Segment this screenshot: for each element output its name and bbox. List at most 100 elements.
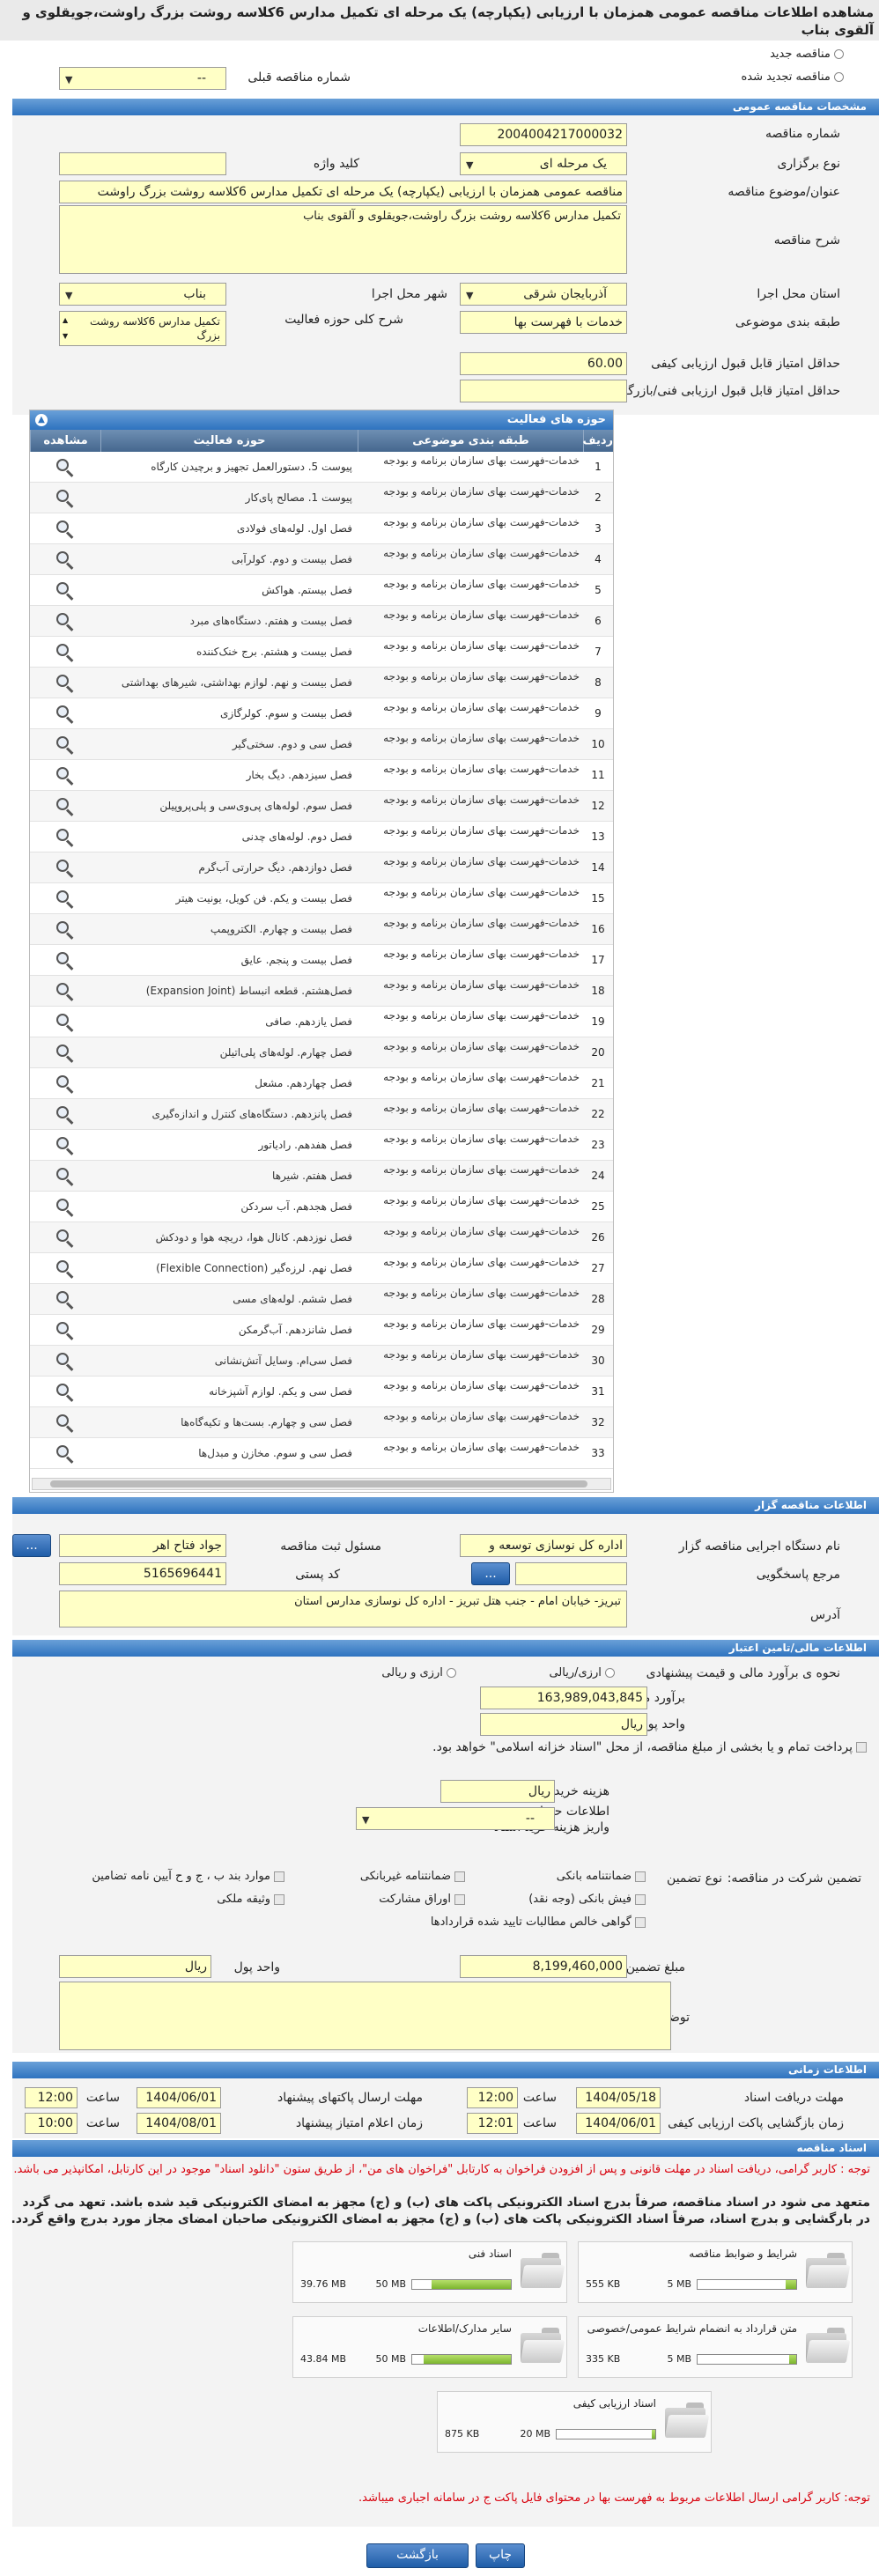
row-view[interactable] bbox=[30, 668, 100, 698]
guarantee-nonbank-checkbox[interactable] bbox=[454, 1871, 465, 1882]
magnifier-icon[interactable] bbox=[55, 1290, 75, 1310]
row-view[interactable] bbox=[30, 1346, 100, 1377]
magnifier-icon[interactable] bbox=[55, 1259, 75, 1279]
magnifier-icon[interactable] bbox=[55, 1229, 75, 1248]
collapse-icon[interactable]: ▲ bbox=[35, 414, 48, 426]
col-category[interactable]: طبقه بندی موضوعی bbox=[358, 430, 583, 452]
province-select[interactable]: آذربایجان شرقی ▼ bbox=[460, 283, 627, 306]
guarantee-cash[interactable]: فیش بانکی (وجه نقد) bbox=[528, 1893, 646, 1906]
magnifier-icon[interactable] bbox=[55, 889, 75, 909]
scrollbar-thumb[interactable] bbox=[50, 1480, 587, 1487]
treasury-checkbox[interactable] bbox=[856, 1742, 867, 1753]
document-item[interactable]: شرایط و ضوابط مناقصه 5 MB 555 KB bbox=[578, 2241, 853, 2303]
col-activity[interactable]: حوزه فعالیت bbox=[100, 430, 358, 452]
magnifier-icon[interactable] bbox=[55, 1413, 75, 1433]
magnifier-icon[interactable] bbox=[55, 1074, 75, 1094]
city-select[interactable]: بناب ▼ bbox=[59, 283, 226, 306]
new-tender-option[interactable]: مناقصه جدید bbox=[770, 48, 844, 61]
guarantee-nonbank[interactable]: ضمانتنامه غیربانکی bbox=[360, 1870, 465, 1883]
magnifier-icon[interactable] bbox=[55, 1444, 75, 1464]
magnifier-icon[interactable] bbox=[55, 674, 75, 693]
horizontal-scrollbar[interactable] bbox=[32, 1478, 611, 1490]
magnifier-icon[interactable] bbox=[55, 828, 75, 847]
renewed-tender-option[interactable]: مناقصه تجدید شده bbox=[741, 70, 844, 84]
row-view[interactable] bbox=[30, 791, 100, 822]
row-view[interactable] bbox=[30, 1068, 100, 1099]
magnifier-icon[interactable] bbox=[55, 797, 75, 816]
row-view[interactable] bbox=[30, 1007, 100, 1037]
magnifier-icon[interactable] bbox=[55, 1167, 75, 1186]
keyword-field[interactable] bbox=[59, 152, 226, 175]
magnifier-icon[interactable] bbox=[55, 859, 75, 878]
row-view[interactable] bbox=[30, 544, 100, 575]
magnifier-icon[interactable] bbox=[55, 612, 75, 631]
row-view[interactable] bbox=[30, 1407, 100, 1438]
row-view[interactable] bbox=[30, 1130, 100, 1161]
magnifier-icon[interactable] bbox=[55, 1044, 75, 1063]
magnifier-icon[interactable] bbox=[55, 520, 75, 539]
row-view[interactable] bbox=[30, 853, 100, 883]
row-view[interactable] bbox=[30, 513, 100, 544]
magnifier-icon[interactable] bbox=[55, 982, 75, 1001]
row-view[interactable] bbox=[30, 637, 100, 668]
col-view[interactable]: مشاهده bbox=[30, 430, 100, 452]
document-item[interactable]: سایر مدارک/اطلاعات 50 MB 43.84 MB bbox=[292, 2316, 567, 2378]
row-view[interactable] bbox=[30, 1099, 100, 1130]
magnifier-icon[interactable] bbox=[55, 458, 75, 477]
row-view[interactable] bbox=[30, 1253, 100, 1284]
magnifier-icon[interactable] bbox=[55, 1136, 75, 1155]
row-view[interactable] bbox=[30, 452, 100, 483]
magnifier-icon[interactable] bbox=[55, 1321, 75, 1340]
both-radio[interactable] bbox=[447, 1668, 456, 1678]
magnifier-icon[interactable] bbox=[55, 1013, 75, 1032]
row-view[interactable] bbox=[30, 1377, 100, 1407]
scroll-down-icon[interactable]: ▼ bbox=[63, 329, 68, 343]
back-button[interactable]: بازگشت bbox=[366, 2543, 469, 2568]
guarantee-bonds-checkbox[interactable] bbox=[454, 1893, 465, 1905]
print-button[interactable]: چاپ bbox=[476, 2543, 525, 2568]
guarantee-property[interactable]: وثیقه ملکی bbox=[217, 1893, 284, 1906]
row-view[interactable] bbox=[30, 1161, 100, 1192]
row-view[interactable] bbox=[30, 1315, 100, 1346]
magnifier-icon[interactable] bbox=[55, 705, 75, 724]
scroll-up-icon[interactable]: ▲ bbox=[63, 314, 68, 328]
reference-lookup-button[interactable]: ... bbox=[471, 1562, 510, 1585]
magnifier-icon[interactable] bbox=[55, 1352, 75, 1371]
row-view[interactable] bbox=[30, 606, 100, 637]
guarantee-bank[interactable]: ضمانتنامه بانکی bbox=[557, 1870, 646, 1883]
document-item[interactable]: اسناد ارزیابی کیفی 20 MB 875 KB bbox=[437, 2391, 712, 2453]
row-view[interactable] bbox=[30, 729, 100, 760]
row-view[interactable] bbox=[30, 1284, 100, 1315]
row-view[interactable] bbox=[30, 883, 100, 914]
new-tender-radio[interactable] bbox=[834, 49, 844, 59]
guarantee-regulations[interactable]: موارد بند ب ، ج و ح آیین نامه تضامین bbox=[92, 1870, 284, 1883]
magnifier-icon[interactable] bbox=[55, 1105, 75, 1125]
treasury-payment-note[interactable]: پرداخت تمام و یا بخشی از مبلغ مناقصه، از… bbox=[4, 1738, 867, 1756]
currency-option[interactable]: ارزی/ریالی bbox=[549, 1666, 615, 1679]
row-view[interactable] bbox=[30, 914, 100, 945]
guarantee-bonds[interactable]: اوراق مشارکت bbox=[379, 1893, 465, 1906]
row-view[interactable] bbox=[30, 1192, 100, 1222]
guarantee-claims-checkbox[interactable] bbox=[635, 1916, 646, 1928]
guarantee-bank-checkbox[interactable] bbox=[635, 1871, 646, 1882]
row-view[interactable] bbox=[30, 1222, 100, 1253]
magnifier-icon[interactable] bbox=[55, 735, 75, 755]
row-view[interactable] bbox=[30, 1438, 100, 1469]
row-view[interactable] bbox=[30, 575, 100, 606]
renewed-tender-radio[interactable] bbox=[834, 72, 844, 82]
row-view[interactable] bbox=[30, 760, 100, 791]
magnifier-icon[interactable] bbox=[55, 766, 75, 786]
magnifier-icon[interactable] bbox=[55, 643, 75, 662]
magnifier-icon[interactable] bbox=[55, 1198, 75, 1217]
magnifier-icon[interactable] bbox=[55, 1383, 75, 1402]
magnifier-icon[interactable] bbox=[55, 550, 75, 570]
official-lookup-button[interactable]: ... bbox=[12, 1534, 51, 1557]
guarantee-cash-checkbox[interactable] bbox=[635, 1893, 646, 1905]
both-option[interactable]: ارزی و ریالی bbox=[381, 1666, 456, 1679]
scope-list[interactable]: تکمیل مدارس 6کلاسه روشت بزرگ ▲ ▼ bbox=[59, 311, 226, 346]
document-item[interactable]: اسناد فنی 50 MB 39.76 MB bbox=[292, 2241, 567, 2303]
row-view[interactable] bbox=[30, 976, 100, 1007]
magnifier-icon[interactable] bbox=[55, 920, 75, 940]
row-view[interactable] bbox=[30, 483, 100, 513]
col-no[interactable]: ردیف bbox=[582, 430, 613, 452]
